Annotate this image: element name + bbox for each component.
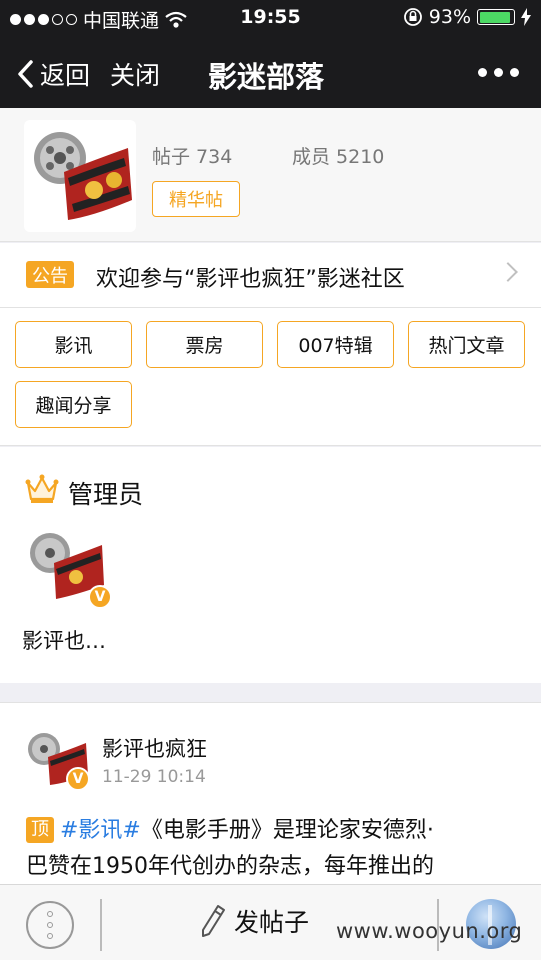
post-text-line1: 《电影手册》是理论家安德烈· xyxy=(140,818,434,843)
page-title: 影迷部落 xyxy=(208,60,325,94)
back-label: 返回 xyxy=(40,61,91,90)
admin-name[interactable]: 影评也… xyxy=(22,625,106,655)
post-content[interactable]: 顶 #影讯#《电影手册》是理论家安德烈· 巴赞在1950年代创办的杂志，每年推出的 xyxy=(26,813,506,884)
posts-count: 帖子 734 xyxy=(152,146,233,168)
tag-box-office[interactable]: 票房 xyxy=(146,321,263,368)
more-icon[interactable] xyxy=(478,68,519,77)
members-count: 成员 5210 xyxy=(292,146,385,168)
lock-rotation-icon xyxy=(403,8,422,26)
tag-fun-facts[interactable]: 趣闻分享 xyxy=(15,381,132,428)
battery-icon xyxy=(477,9,515,25)
watermark: www.wooyun.org xyxy=(336,919,523,943)
verified-badge-icon: V xyxy=(88,585,112,609)
crown-icon xyxy=(25,474,59,503)
back-button[interactable]: 返回 xyxy=(16,56,90,92)
tag-news[interactable]: 影讯 xyxy=(15,321,132,368)
group-avatar xyxy=(24,120,136,232)
announcement-text: 欢迎参与“影评也疯狂”影迷社区 xyxy=(96,267,405,292)
tag-007[interactable]: 007特辑 xyxy=(277,321,394,368)
verified-badge-icon: V xyxy=(66,767,90,791)
close-button[interactable]: 关闭 xyxy=(110,56,160,92)
bottom-bar: 发帖子 www.wooyun.org xyxy=(0,884,541,960)
divider xyxy=(100,899,102,951)
new-post-label: 发帖子 xyxy=(234,908,310,937)
post-author-avatar[interactable]: V xyxy=(24,729,90,791)
nav-bar: 返回 关闭 影迷部落 xyxy=(0,36,541,108)
post-item[interactable]: V 影评也疯狂 11-29 10:14 顶 #影讯#《电影手册》是理论家安德烈· … xyxy=(0,702,541,884)
charging-icon xyxy=(521,8,531,26)
tag-hot-articles[interactable]: 热门文章 xyxy=(408,321,525,368)
admin-section-title: 管理员 xyxy=(68,480,144,509)
post-text-line2: 巴赞在1950年代创办的杂志，每年推出的 xyxy=(26,854,434,879)
back-chevron-icon xyxy=(18,60,33,88)
admin-avatar[interactable]: V xyxy=(24,527,112,609)
group-header: 帖子 734 成员 5210 精华帖 xyxy=(0,108,541,242)
pencil-icon xyxy=(202,905,225,937)
post-author-name[interactable]: 影评也疯狂 xyxy=(102,733,207,763)
category-tags: 影讯 票房 007特辑 热门文章 趣闻分享 xyxy=(0,308,541,446)
admin-section: 管理员 V 影评也… xyxy=(0,447,541,683)
announcement-row[interactable]: 公告 欢迎参与“影评也疯狂”影迷社区 xyxy=(0,243,541,308)
essence-button[interactable]: 精华帖 xyxy=(152,181,240,217)
menu-icon[interactable] xyxy=(26,901,74,949)
pinned-badge: 顶 xyxy=(26,817,54,843)
new-post-button[interactable]: 发帖子 xyxy=(200,903,309,939)
post-time: 11-29 10:14 xyxy=(102,767,206,787)
status-bar: 中国联通 19:55 93% xyxy=(0,0,541,36)
topic-link[interactable]: #影讯# xyxy=(60,818,141,843)
battery-percent: 93% xyxy=(428,6,471,28)
announcement-badge: 公告 xyxy=(26,261,74,288)
chevron-right-icon xyxy=(498,262,518,282)
